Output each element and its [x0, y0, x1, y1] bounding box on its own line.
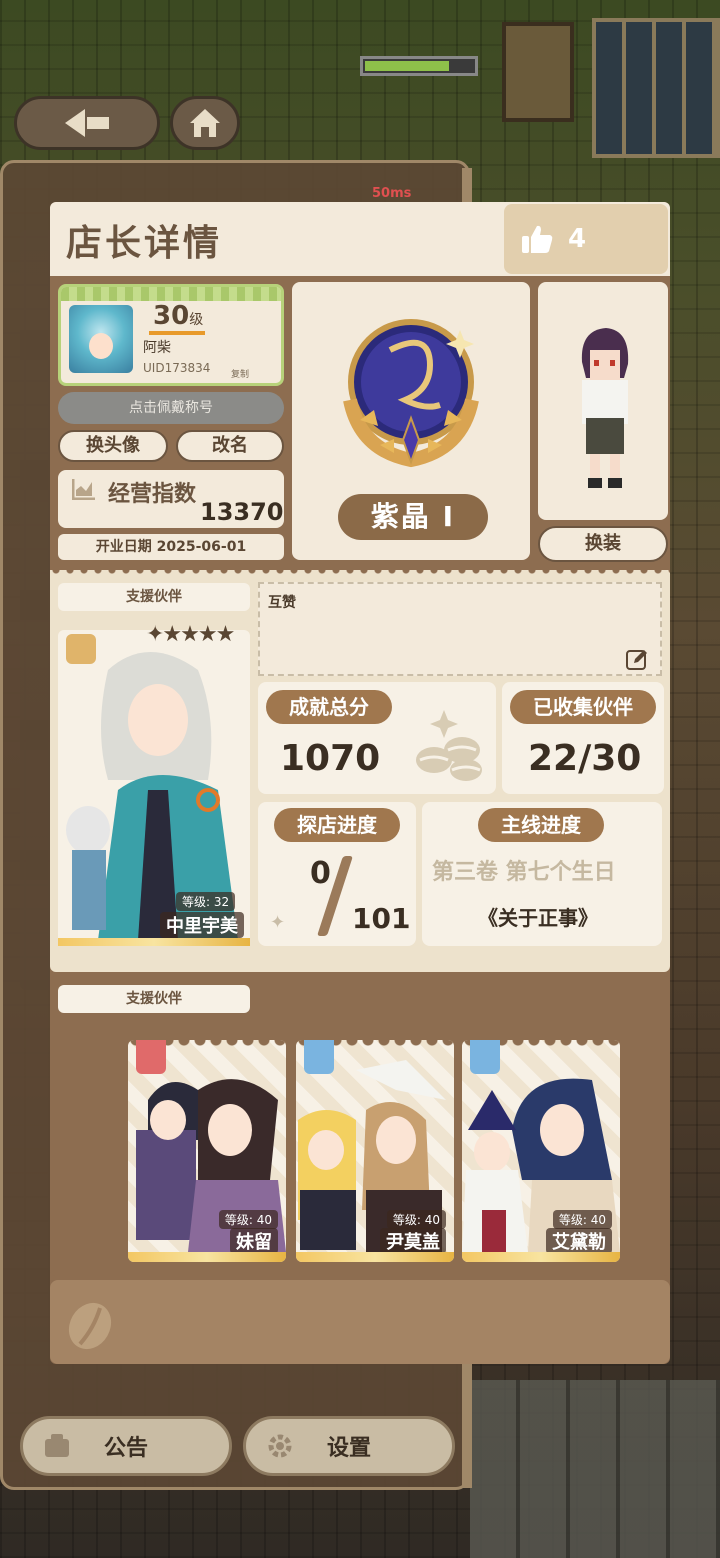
partner-name: 尹莫盖	[380, 1228, 446, 1254]
support-partner-card[interactable]: 等级: 40 艾黛勒	[462, 1040, 620, 1262]
notice-icon	[45, 1434, 69, 1457]
achievement-label: 成就总分	[266, 690, 392, 724]
player-level: 30级	[153, 301, 204, 331]
explore-total: 101	[352, 902, 411, 935]
support-partners-tag: 支援伙伴	[58, 985, 250, 1013]
settings-button[interactable]: 设置	[243, 1416, 455, 1476]
background-window	[592, 18, 720, 158]
operation-index-value: 13370	[200, 498, 284, 526]
partner-level: 等级: 40	[218, 1210, 278, 1229]
chart-icon	[72, 479, 95, 500]
copy-uid-button[interactable]: 复制	[231, 367, 249, 380]
explore-current: 0	[310, 856, 331, 891]
coffee-bean-icon	[68, 1302, 112, 1350]
open-date: 开业日期 2025-06-01	[58, 534, 284, 560]
character-sprite	[581, 328, 629, 488]
mutual-like-box[interactable]	[258, 582, 662, 676]
back-arrow-icon	[65, 109, 85, 137]
operation-index-label: 经营指数	[108, 482, 197, 507]
rank-label: 紫晶 I	[338, 494, 488, 540]
partner-name: 妹留	[230, 1228, 278, 1254]
gear-icon	[268, 1434, 292, 1458]
partner-level: 等级: 32	[176, 892, 236, 911]
player-uid: UID173834	[143, 361, 211, 375]
partner-name: 中里宇美	[160, 912, 244, 938]
coffee-beans-icon	[416, 710, 482, 781]
notice-button[interactable]: 公告	[20, 1416, 232, 1476]
mutual-like-label: 互赞	[268, 595, 296, 611]
rank-emblem-icon	[343, 319, 479, 468]
partner-name: 艾黛勒	[546, 1228, 612, 1254]
support-partner-card[interactable]: 等级: 40 妹留	[128, 1040, 286, 1262]
home-button[interactable]	[170, 96, 240, 150]
change-outfit-button[interactable]: 换装	[538, 526, 668, 562]
story-title: 《关于正事》	[478, 906, 598, 930]
player-name: 阿柴	[143, 340, 171, 356]
background-progress-bar	[360, 56, 478, 76]
home-icon	[190, 109, 220, 137]
partner-level: 等级: 40	[552, 1210, 612, 1229]
back-button[interactable]	[14, 96, 160, 150]
achievement-value: 1070	[280, 738, 381, 779]
page-title: 店长详情	[66, 223, 223, 264]
wear-title-button[interactable]: 点击佩戴称号	[58, 392, 284, 424]
change-avatar-button[interactable]: 换头像	[58, 430, 168, 462]
explore-label: 探店进度	[274, 808, 400, 842]
collected-value: 22/30	[528, 738, 642, 779]
level-bar	[149, 331, 205, 335]
partner-type-icon	[66, 634, 96, 664]
avatar[interactable]	[69, 305, 133, 373]
profile-card: 30级 阿柴 UID173834 复制	[58, 284, 284, 386]
empty-slot-box	[50, 1280, 670, 1364]
partner-level: 等级: 40	[386, 1210, 446, 1229]
like-count: 4	[568, 224, 587, 254]
latency-indicator: 50ms	[372, 186, 412, 201]
background-floor	[470, 1380, 720, 1558]
support-partner-card[interactable]: 等级: 40 尹莫盖	[296, 1040, 454, 1262]
rename-button[interactable]: 改名	[176, 430, 284, 462]
story-label: 主线进度	[478, 808, 604, 842]
like-button[interactable]: 4	[504, 204, 668, 274]
thumbs-up-icon	[522, 225, 553, 253]
edit-icon[interactable]	[626, 648, 648, 670]
support-partner-tag: 支援伙伴	[58, 583, 250, 611]
partner-stars: ✦★★★★	[146, 622, 235, 647]
story-chapter: 第三卷 第七个生日	[432, 860, 616, 885]
background-picture-frame	[502, 22, 574, 122]
collected-label: 已收集伙伴	[510, 690, 656, 724]
